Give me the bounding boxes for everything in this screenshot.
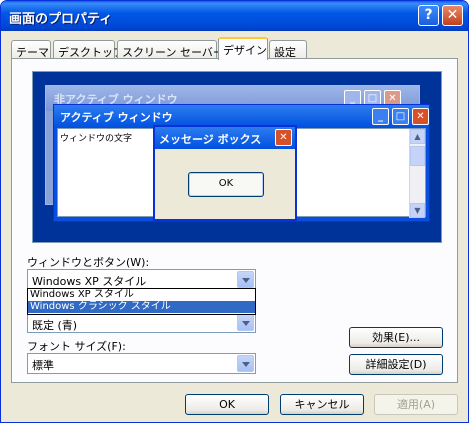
font-size-value: 標準 [32,359,54,372]
chevron-down-icon[interactable] [237,271,254,288]
tab-settings[interactable]: 設定 [269,40,307,59]
tab-screensaver[interactable]: スクリーン セーバー [117,40,224,59]
scroll-thumb [410,146,425,166]
tab-appearance[interactable]: デザイン [218,37,268,60]
windows-buttons-dropdown[interactable]: Windows XP スタイル [27,269,256,290]
option-classic-style[interactable]: Windows クラシック スタイル [28,301,255,313]
cancel-button[interactable]: キャンセル [280,394,364,415]
windows-buttons-options: Windows XP スタイル Windows クラシック スタイル [27,288,256,315]
title-bar[interactable]: 画面のプロパティ ? ✕ [1,1,468,31]
help-button[interactable]: ? [418,5,439,26]
windows-buttons-value: Windows XP スタイル [32,275,147,288]
color-scheme-value: 既定 (青) [32,319,78,332]
advanced-button[interactable]: 詳細設定(D) [349,354,443,375]
preview-window-text: ウィンドウの文字 [60,134,133,144]
minimize-icon: _ [372,108,389,125]
tab-desktop[interactable]: デスクトップ [53,40,124,59]
option-xp-style[interactable]: Windows XP スタイル [28,289,255,301]
color-scheme-dropdown[interactable]: 既定 (青) [27,312,256,333]
maximize-icon: □ [392,108,409,125]
preview-scrollbar: ▲ ▼ [409,129,425,218]
apply-button[interactable]: 適用(A) [374,394,458,415]
tab-themes[interactable]: テーマ [11,40,51,59]
scroll-up-icon: ▲ [410,129,425,144]
preview-message-title: メッセージ ボックス [155,127,295,149]
display-properties-window: 画面のプロパティ ? ✕ テーマ デスクトップ スクリーン セーバー デザイン … [0,0,469,423]
appearance-preview: 非アクティブ ウィンドウ _ □ ✕ アクティブ ウィンドウ _ □ ✕ ウィン… [32,71,442,243]
close-icon: ✕ [275,129,292,146]
window-title: 画面のプロパティ [9,12,113,27]
preview-message-box: メッセージ ボックス ✕ OK [153,125,297,221]
font-size-label: フォント サイズ(F): [27,340,126,353]
effects-button[interactable]: 効果(E)... [349,327,443,348]
preview-ok-button: OK [188,172,264,197]
chevron-down-icon[interactable] [237,355,254,372]
close-icon: ✕ [412,108,429,125]
scroll-down-icon: ▼ [410,203,425,218]
ok-button[interactable]: OK [185,394,269,415]
windows-buttons-label: ウィンドウとボタン(W): [27,256,150,269]
close-button[interactable]: ✕ [442,5,463,26]
chevron-down-icon[interactable] [237,314,254,331]
font-size-dropdown[interactable]: 標準 [27,353,256,374]
